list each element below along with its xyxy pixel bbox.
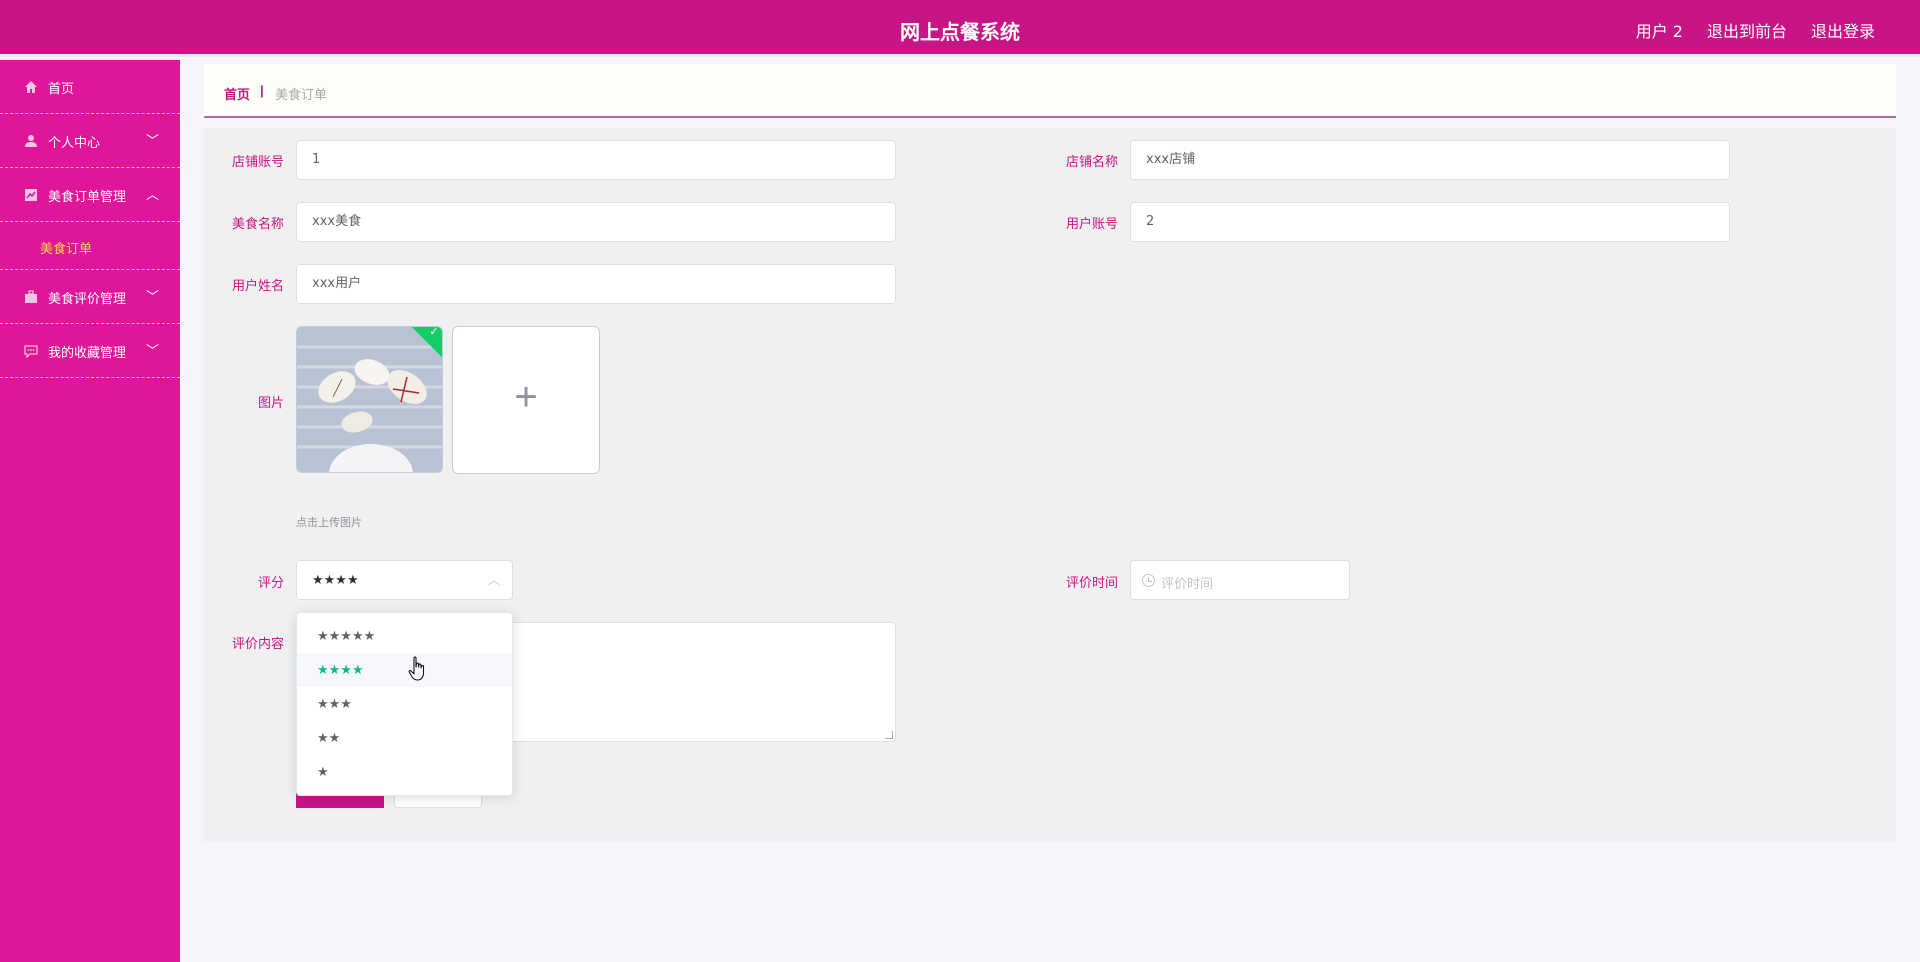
user-name-label: 用户姓名: [231, 279, 284, 294]
user-account-label: 用户账号: [1065, 217, 1118, 232]
logout-link[interactable]: 退出登录: [1811, 18, 1875, 42]
rating-select[interactable]: ★★★★ ︿: [296, 560, 513, 600]
shop-account-label: 店铺账号: [231, 155, 284, 170]
chevron-up-icon: ︿: [487, 573, 500, 587]
sidebar-item-food-order-management[interactable]: 美食订单管理 ︿: [0, 168, 180, 222]
sidebar-item-food-review-management[interactable]: 美食评价管理 ﹀: [0, 270, 180, 324]
rating-option-4[interactable]: ★★★★: [297, 653, 512, 687]
shop-name-input[interactable]: xxx店铺: [1130, 140, 1730, 180]
review-time-placeholder: 评价时间: [1161, 577, 1214, 592]
sidebar-subitem-label: 美食订单: [40, 242, 93, 257]
top-header: 网上点餐系统 用户 2 退出到前台 退出登录: [0, 0, 1920, 57]
exit-to-front-link[interactable]: 退出到前台: [1707, 18, 1787, 42]
rating-select-value: ★★★★: [312, 572, 359, 587]
add-image-button[interactable]: +: [452, 326, 600, 474]
hand-cursor-icon: [408, 656, 425, 681]
rating-option-2[interactable]: ★★: [297, 721, 512, 755]
home-icon: [25, 81, 37, 93]
breadcrumb-current: 美食订单: [275, 88, 328, 103]
sidebar-item-label: 美食评价管理: [48, 292, 127, 307]
shop-account-input[interactable]: 1: [296, 140, 896, 180]
chevron-down-icon: ﹀: [146, 134, 160, 149]
current-user-link[interactable]: 用户 2: [1636, 18, 1683, 42]
rating-option-5[interactable]: ★★★★★: [297, 619, 512, 653]
food-name-input[interactable]: xxx美食: [296, 202, 896, 242]
app-title: 网上点餐系统: [900, 20, 1020, 44]
clock-icon: [1142, 574, 1155, 587]
image-label: 图片: [257, 396, 284, 411]
sidebar: 首页 个人中心 ﹀ 美食订单管理 ︿ 美食订单 美食评价管理 ﹀ 我的收藏管理 …: [0, 60, 180, 962]
user-name-input[interactable]: xxx用户: [296, 264, 896, 304]
chevron-down-icon: ﹀: [146, 290, 160, 305]
check-icon: ✓: [429, 326, 439, 339]
chevron-up-icon: ︿: [146, 188, 160, 203]
rating-option-3[interactable]: ★★★: [297, 687, 512, 721]
sidebar-subitem-food-order[interactable]: 美食订单: [0, 222, 180, 270]
rating-option-1[interactable]: ★: [297, 755, 512, 789]
sidebar-item-label: 美食订单管理: [48, 190, 127, 205]
chart-icon: [25, 189, 37, 201]
flower-photo: [297, 327, 442, 472]
chevron-down-icon: ﹀: [146, 344, 160, 359]
breadcrumb: 首页 | 美食订单: [204, 64, 1896, 118]
sidebar-item-label: 我的收藏管理: [48, 346, 127, 361]
sidebar-item-label: 个人中心: [48, 136, 101, 151]
user-icon: [25, 135, 37, 147]
sidebar-item-label: 首页: [48, 82, 75, 97]
sidebar-item-my-favorites-management[interactable]: 我的收藏管理 ﹀: [0, 324, 180, 378]
chat-icon: [24, 345, 38, 358]
breadcrumb-home[interactable]: 首页: [224, 84, 250, 103]
briefcase-icon: [25, 290, 37, 303]
user-account-input[interactable]: 2: [1130, 202, 1730, 242]
review-time-picker[interactable]: 评价时间: [1130, 560, 1350, 600]
header-actions: 用户 2 退出到前台 退出登录: [1636, 18, 1875, 42]
shop-name-label: 店铺名称: [1065, 155, 1118, 170]
resize-handle[interactable]: [885, 731, 893, 739]
breadcrumb-separator: |: [260, 83, 264, 98]
rating-label: 评分: [257, 576, 284, 591]
plus-icon: +: [514, 375, 538, 419]
rating-dropdown: ★★★★★ ★★★★ ★★★ ★★ ★: [296, 612, 513, 796]
uploaded-image-thumbnail[interactable]: ✓: [296, 326, 443, 473]
sidebar-item-home[interactable]: 首页: [0, 60, 180, 114]
food-name-label: 美食名称: [231, 217, 284, 232]
sidebar-item-personal-center[interactable]: 个人中心 ﹀: [0, 114, 180, 168]
upload-tip: 点击上传图片: [296, 516, 362, 529]
review-content-label: 评价内容: [231, 637, 284, 652]
review-time-label: 评价时间: [1065, 576, 1118, 591]
